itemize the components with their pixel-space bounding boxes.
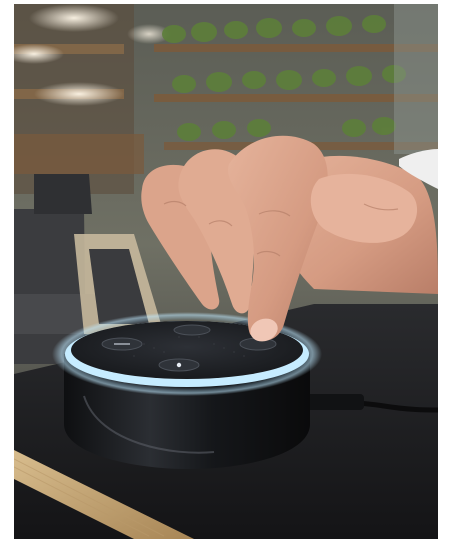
ceiling-lamp — [34, 82, 124, 106]
image-frame — [0, 0, 452, 543]
photo — [14, 4, 438, 539]
smart-speaker — [52, 312, 322, 469]
photo-illustration — [14, 4, 438, 539]
ceiling-lamp — [29, 4, 119, 32]
cable-plug — [304, 394, 364, 410]
action-button — [173, 324, 211, 336]
counter — [14, 134, 144, 174]
